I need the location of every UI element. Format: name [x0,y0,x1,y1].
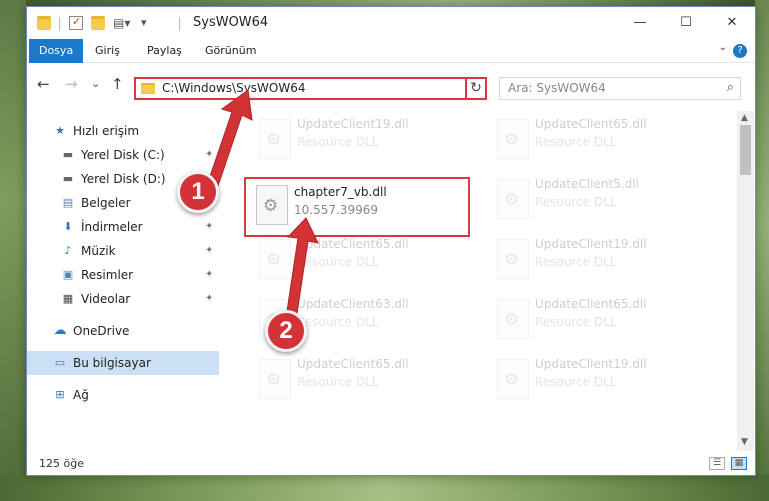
step-1-badge: 1 [177,171,219,213]
step-2-badge: 2 [265,310,307,352]
tutorial-arrows [205,89,319,321]
arrow-2 [285,217,319,321]
